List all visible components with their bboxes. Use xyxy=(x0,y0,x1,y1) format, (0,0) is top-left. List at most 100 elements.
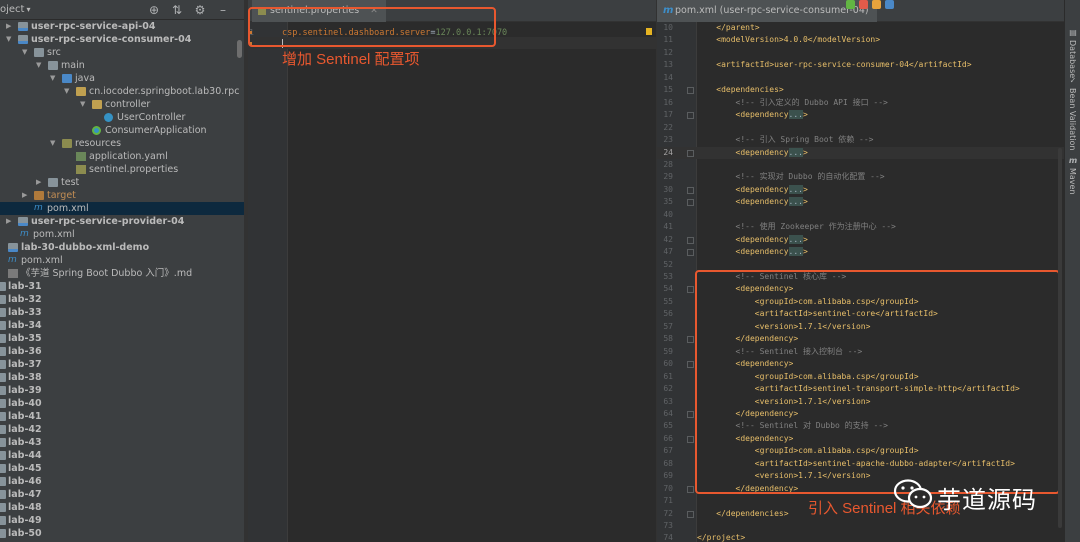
tree-node[interactable]: ▼ user-rpc-service-consumer-04 xyxy=(0,33,244,46)
expand-arrow-icon[interactable]: ▼ xyxy=(50,137,55,150)
project-view-selector[interactable]: oject ▾ xyxy=(0,4,30,15)
tree-node[interactable]: ConsumerApplication xyxy=(0,124,244,137)
bean-validation-tool-button[interactable]: ✓ Bean Validation xyxy=(1067,76,1079,150)
tree-node[interactable]: ▼ resources xyxy=(0,137,244,150)
tree-node-lab[interactable]: lab-45 xyxy=(0,462,244,475)
code-line[interactable]: 24 <dependency...> xyxy=(657,146,1064,159)
chrome-icon[interactable] xyxy=(846,0,855,9)
tree-node-lab[interactable]: lab-31 xyxy=(0,280,244,293)
tree-node[interactable]: ▶ test xyxy=(0,176,244,189)
tree-node[interactable]: m pom.xml xyxy=(0,254,244,267)
folded-placeholder[interactable]: ... xyxy=(788,197,803,207)
tree-node-lab[interactable]: lab-42 xyxy=(0,423,244,436)
code-line[interactable]: 28 xyxy=(657,159,1064,171)
tree-node-lab[interactable]: lab-32 xyxy=(0,293,244,306)
code-line[interactable]: 15 <dependencies> xyxy=(657,84,1064,96)
folded-placeholder[interactable]: ... xyxy=(788,247,803,257)
warning-marker-icon[interactable] xyxy=(646,28,652,35)
expand-arrow-icon[interactable]: ▼ xyxy=(80,98,85,111)
fold-toggle-icon[interactable] xyxy=(687,199,694,207)
editor-scrollbar[interactable] xyxy=(1058,148,1062,528)
tree-node-lab[interactable]: lab-41 xyxy=(0,410,244,423)
folded-placeholder[interactable]: ... xyxy=(788,110,803,120)
tree-node[interactable]: m pom.xml xyxy=(0,202,244,215)
tree-node-lab[interactable]: lab-50 xyxy=(0,527,244,540)
code-line[interactable]: 47 <dependency...> xyxy=(657,246,1064,258)
code-line[interactable]: 23 <!-- 引入 Spring Boot 依赖 --> xyxy=(657,134,1064,146)
tree-node-lab[interactable]: lab-40 xyxy=(0,397,244,410)
collapse-all-icon[interactable]: ⇅ xyxy=(170,3,184,17)
code-line[interactable]: 11 <modelVersion>4.0.0</modelVersion> xyxy=(657,34,1064,46)
code-line[interactable]: 30 <dependency...> xyxy=(657,184,1064,196)
code-line[interactable]: 35 <dependency...> xyxy=(657,196,1064,208)
tree-node[interactable]: ▼ cn.iocoder.springboot.lab30.rpc xyxy=(0,85,244,98)
tree-node-lab[interactable]: lab-39 xyxy=(0,384,244,397)
tree-node-lab[interactable]: lab-33 xyxy=(0,306,244,319)
fold-toggle-icon[interactable] xyxy=(687,249,694,257)
code-line[interactable]: 17 <dependency...> xyxy=(657,109,1064,121)
tree-node-lab[interactable]: lab-37 xyxy=(0,358,244,371)
fold-toggle-icon[interactable] xyxy=(687,410,694,418)
tree-node-lab[interactable]: lab-35 xyxy=(0,332,244,345)
code-line[interactable]: 29 <!-- 实现对 Dubbo 的自动化配置 --> xyxy=(657,171,1064,183)
tree-node-lab[interactable]: lab-44 xyxy=(0,449,244,462)
firefox-icon[interactable] xyxy=(859,0,868,9)
tree-node[interactable]: ▼ src xyxy=(0,46,244,59)
sentinel-properties-editor[interactable]: sentinel.properties ✕ 1 2 csp.sentinel.d… xyxy=(248,0,656,542)
code-line[interactable]: 73 xyxy=(657,520,1064,532)
tree-node[interactable]: ▶ user-rpc-service-api-04 xyxy=(0,20,244,33)
code-line[interactable]: 41 <!-- 使用 Zookeeper 作为注册中心 --> xyxy=(657,221,1064,233)
fold-toggle-icon[interactable] xyxy=(687,336,694,344)
code-line[interactable]: 40 xyxy=(657,209,1064,221)
tree-node[interactable]: 《芋道 Spring Boot Dubbo 入门》.md xyxy=(0,267,244,280)
maven-tool-button[interactable]: m Maven xyxy=(1067,156,1079,195)
code-line[interactable]: 16 <!-- 引入定义的 Dubbo API 接口 --> xyxy=(657,97,1064,109)
fold-toggle-icon[interactable] xyxy=(687,149,694,157)
tree-node[interactable]: ▶ user-rpc-service-provider-04 xyxy=(0,215,244,228)
tree-scrollbar[interactable] xyxy=(237,40,242,58)
fold-toggle-icon[interactable] xyxy=(687,236,694,244)
tab-pom-xml[interactable]: m pom.xml (user-rpc-service-consumer-04) xyxy=(657,0,877,22)
code-line[interactable]: 13 <artifactId>user-rpc-service-consumer… xyxy=(657,59,1064,71)
collapse-arrow-icon[interactable]: ▶ xyxy=(22,189,27,202)
fold-toggle-icon[interactable] xyxy=(687,186,694,194)
edge-icon[interactable] xyxy=(885,0,894,9)
tree-node[interactable]: ▼ controller xyxy=(0,98,244,111)
safari-icon[interactable] xyxy=(872,0,881,9)
tree-node-lab[interactable]: lab-43 xyxy=(0,436,244,449)
code-line[interactable]: 74 </project> xyxy=(657,532,1064,542)
tree-node-lab[interactable]: lab-46 xyxy=(0,475,244,488)
tree-node-lab[interactable]: lab-36 xyxy=(0,345,244,358)
tree-node-lab[interactable]: lab-47 xyxy=(0,488,244,501)
expand-arrow-icon[interactable]: ▼ xyxy=(64,85,69,98)
tree-node[interactable]: lab-30-dubbo-xml-demo xyxy=(0,241,244,254)
expand-arrow-icon[interactable]: ▼ xyxy=(6,33,11,46)
database-tool-button[interactable]: ▤ Database xyxy=(1067,28,1079,78)
collapse-arrow-icon[interactable]: ▶ xyxy=(6,215,11,228)
locate-icon[interactable]: ⊕ xyxy=(147,3,161,17)
folded-placeholder[interactable]: ... xyxy=(788,147,803,157)
fold-toggle-icon[interactable] xyxy=(687,510,694,518)
tree-node[interactable]: m pom.xml xyxy=(0,228,244,241)
gear-icon[interactable]: ⚙ xyxy=(193,3,207,17)
tree-node-lab[interactable]: lab-49 xyxy=(0,514,244,527)
collapse-arrow-icon[interactable]: ▶ xyxy=(36,176,41,189)
fold-toggle-icon[interactable] xyxy=(687,286,694,294)
tree-node[interactable]: sentinel.properties xyxy=(0,163,244,176)
code-line[interactable]: 42 <dependency...> xyxy=(657,234,1064,246)
tree-node-lab[interactable]: lab-34 xyxy=(0,319,244,332)
expand-arrow-icon[interactable]: ▼ xyxy=(36,59,41,72)
tree-node[interactable]: application.yaml xyxy=(0,150,244,163)
code-line[interactable]: 12 xyxy=(657,47,1064,59)
tree-node[interactable]: UserController xyxy=(0,111,244,124)
tree-node[interactable]: ▼ main xyxy=(0,59,244,72)
tree-node[interactable]: ▼ java xyxy=(0,72,244,85)
tree-node[interactable]: ▶ target xyxy=(0,189,244,202)
expand-arrow-icon[interactable]: ▼ xyxy=(50,72,55,85)
fold-toggle-icon[interactable] xyxy=(687,485,694,493)
collapse-arrow-icon[interactable]: ▶ xyxy=(6,20,11,33)
expand-arrow-icon[interactable]: ▼ xyxy=(22,46,27,59)
code-line[interactable]: 10 </parent> xyxy=(657,22,1064,34)
folded-placeholder[interactable]: ... xyxy=(788,184,803,194)
fold-toggle-icon[interactable] xyxy=(687,87,694,95)
